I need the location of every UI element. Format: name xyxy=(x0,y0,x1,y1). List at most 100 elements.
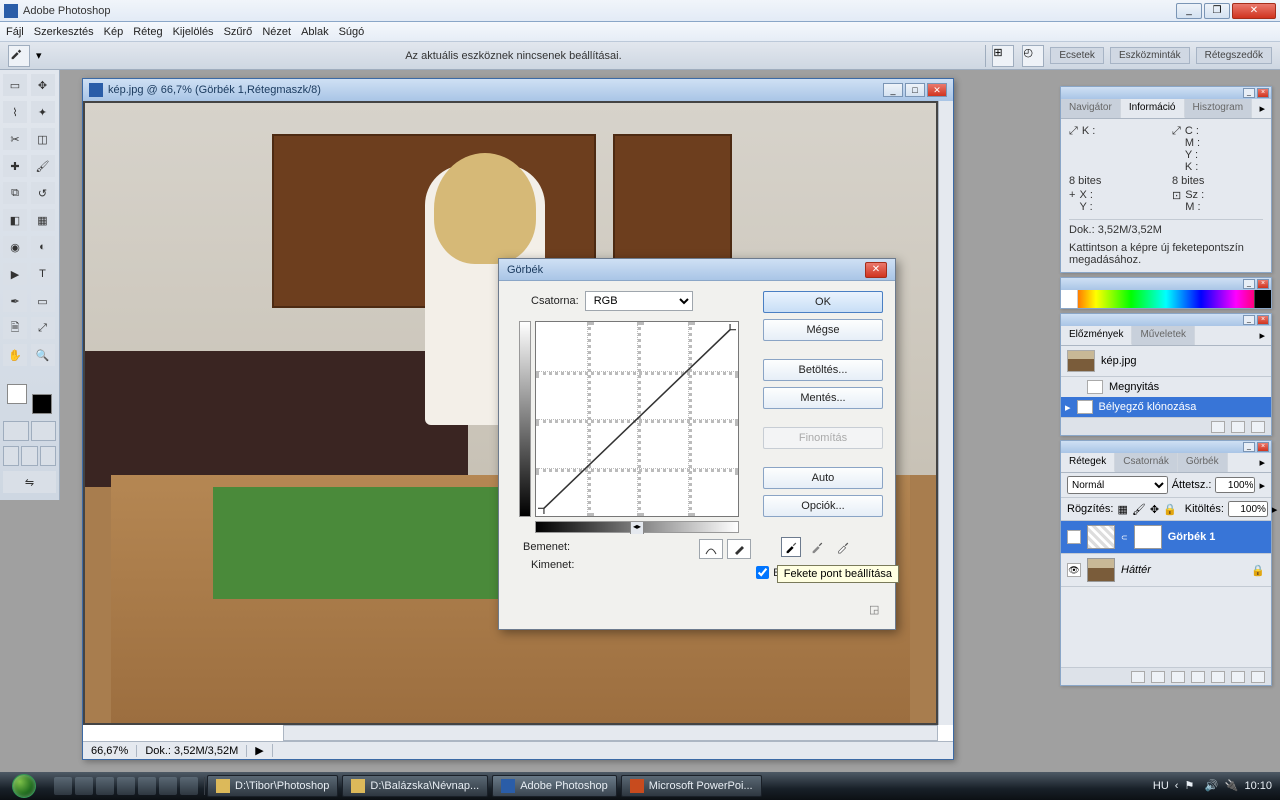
new-document-icon[interactable] xyxy=(1231,421,1245,433)
history-brush-tool[interactable]: ↺ xyxy=(31,182,55,204)
dialog-resize-icon[interactable]: ◲ xyxy=(869,603,885,619)
tab-paths[interactable]: Görbék xyxy=(1178,453,1228,472)
window-close-button[interactable]: ✕ xyxy=(1232,3,1276,19)
pen-tool[interactable]: ✒ xyxy=(3,290,27,312)
tray-expand-icon[interactable]: ‹ xyxy=(1175,780,1179,792)
palette-well-icon[interactable]: ⊞ xyxy=(992,45,1014,67)
shape-tool[interactable]: ▭ xyxy=(31,290,55,312)
dialog-close-button[interactable]: ✕ xyxy=(865,262,887,278)
notes-tool[interactable]: 🗎 xyxy=(3,317,27,339)
lock-trans-icon[interactable]: ▦ xyxy=(1117,503,1127,516)
lock-pixels-icon[interactable]: 🖌 xyxy=(1132,503,1146,516)
history-snapshot[interactable]: kép.jpg xyxy=(1061,346,1271,377)
zoom-tool[interactable]: 🔍 xyxy=(31,344,55,366)
new-layer-icon[interactable] xyxy=(1231,671,1245,683)
menu-view[interactable]: Nézet xyxy=(262,26,291,38)
visibility-toggle[interactable]: 👁 xyxy=(1067,563,1081,577)
quicklaunch-item[interactable] xyxy=(54,777,72,795)
menu-window[interactable]: Ablak xyxy=(301,26,329,38)
dodge-tool[interactable]: ◐ xyxy=(31,236,55,258)
window-restore-button[interactable]: ❐ xyxy=(1204,3,1230,19)
stamp-tool[interactable]: ⧉ xyxy=(3,182,27,204)
quicklaunch-item[interactable] xyxy=(180,777,198,795)
panel-minimize[interactable]: _ xyxy=(1243,88,1255,98)
layer-style-icon[interactable] xyxy=(1151,671,1165,683)
document-titlebar[interactable]: kép.jpg @ 66,7% (Görbék 1,Rétegmaszk/8) … xyxy=(83,79,953,101)
lasso-tool[interactable]: ⌇ xyxy=(3,101,27,123)
hand-tool[interactable]: ✋ xyxy=(3,344,27,366)
move-tool[interactable]: ✥ xyxy=(31,74,55,96)
cancel-button[interactable]: Mégse xyxy=(763,319,883,341)
menu-select[interactable]: Kijelölés xyxy=(173,26,214,38)
blend-mode-select[interactable]: Normál xyxy=(1067,476,1168,494)
black-point-picker[interactable] xyxy=(781,537,801,557)
curve-grid[interactable] xyxy=(535,321,739,517)
tab-actions[interactable]: Műveletek xyxy=(1132,326,1195,345)
doc-size[interactable]: Dok.: 3,52M/3,52M xyxy=(137,745,247,757)
menu-filter[interactable]: Szűrő xyxy=(224,26,253,38)
gradient-tool[interactable]: ▦ xyxy=(31,209,55,231)
tab-history[interactable]: Előzmények xyxy=(1061,326,1132,345)
tab-channels[interactable]: Csatornák xyxy=(1115,453,1178,472)
panel-menu-icon[interactable]: ▸ xyxy=(1253,326,1271,345)
menu-help[interactable]: Súgó xyxy=(339,26,365,38)
preview-checkbox[interactable] xyxy=(756,566,769,579)
brush-tool[interactable]: 🖌 xyxy=(31,155,55,177)
tray-icon[interactable]: ⚑ xyxy=(1184,779,1198,793)
standard-mode-button[interactable] xyxy=(3,421,29,441)
eyedropper-tool[interactable]: ⤢ xyxy=(31,317,55,339)
panel-close[interactable]: × xyxy=(1257,315,1269,325)
panel-minimize[interactable]: _ xyxy=(1243,279,1255,289)
ok-button[interactable]: OK xyxy=(763,291,883,313)
path-select-tool[interactable]: ▶ xyxy=(3,263,27,285)
quicklaunch-item[interactable] xyxy=(75,777,93,795)
marquee-tool[interactable]: ▭ xyxy=(3,74,27,96)
well-tab-brushes[interactable]: Ecsetek xyxy=(1050,47,1104,64)
eraser-tool[interactable]: ◧ xyxy=(3,209,27,231)
taskbar-item-folder-1[interactable]: D:\Tibor\Photoshop xyxy=(207,775,338,797)
heal-tool[interactable]: ✚ xyxy=(3,155,27,177)
trash-icon[interactable] xyxy=(1251,421,1265,433)
panel-close[interactable]: × xyxy=(1257,88,1269,98)
slice-tool[interactable]: ◫ xyxy=(31,128,55,150)
load-button[interactable]: Betöltés... xyxy=(763,359,883,381)
horizontal-scrollbar[interactable] xyxy=(283,725,938,741)
language-indicator[interactable]: HU xyxy=(1153,780,1169,792)
quicklaunch-item[interactable] xyxy=(96,777,114,795)
panel-menu-icon[interactable]: ▸ xyxy=(1253,99,1271,118)
vertical-scrollbar[interactable] xyxy=(938,101,953,725)
visibility-toggle[interactable]: 👁 xyxy=(1067,530,1081,544)
blur-tool[interactable]: ◉ xyxy=(3,236,27,258)
quicklaunch-item[interactable] xyxy=(159,777,177,795)
clock[interactable]: 10:10 xyxy=(1244,780,1272,792)
wand-tool[interactable]: ✦ xyxy=(31,101,55,123)
dialog-titlebar[interactable]: Görbék ✕ xyxy=(499,259,895,281)
start-button[interactable] xyxy=(0,772,48,800)
quickmask-mode-button[interactable] xyxy=(31,421,57,441)
history-item-open[interactable]: Megnyitás xyxy=(1061,377,1271,397)
tray-icon[interactable]: 🔊 xyxy=(1204,779,1218,793)
options-button[interactable]: Opciók... xyxy=(763,495,883,517)
channel-select[interactable]: RGB xyxy=(585,291,693,311)
menu-edit[interactable]: Szerkesztés xyxy=(34,26,94,38)
tab-info[interactable]: Információ xyxy=(1121,99,1185,118)
screen-mode-3[interactable] xyxy=(40,446,56,466)
menu-layer[interactable]: Réteg xyxy=(133,26,162,38)
well-tab-toolpresets[interactable]: Eszközminták xyxy=(1110,47,1190,64)
type-tool[interactable]: T xyxy=(31,263,55,285)
color-spectrum[interactable] xyxy=(1061,290,1271,308)
lock-all-icon[interactable]: 🔒 xyxy=(1163,503,1177,516)
lock-position-icon[interactable]: ✥ xyxy=(1150,503,1159,516)
layer-background[interactable]: 👁 Háttér 🔒 xyxy=(1061,554,1271,587)
menu-image[interactable]: Kép xyxy=(104,26,124,38)
current-tool-icon[interactable] xyxy=(8,45,30,67)
midpoint-handle[interactable]: ◂▸ xyxy=(630,522,644,534)
tab-navigator[interactable]: Navigátor xyxy=(1061,99,1121,118)
opacity-input[interactable] xyxy=(1215,477,1255,493)
tab-layers[interactable]: Rétegek xyxy=(1061,453,1115,472)
doc-minimize-button[interactable]: _ xyxy=(883,83,903,97)
menu-file[interactable]: Fájl xyxy=(6,26,24,38)
save-button[interactable]: Mentés... xyxy=(763,387,883,409)
curve-point-mode[interactable] xyxy=(699,539,723,559)
screen-mode-2[interactable] xyxy=(21,446,37,466)
